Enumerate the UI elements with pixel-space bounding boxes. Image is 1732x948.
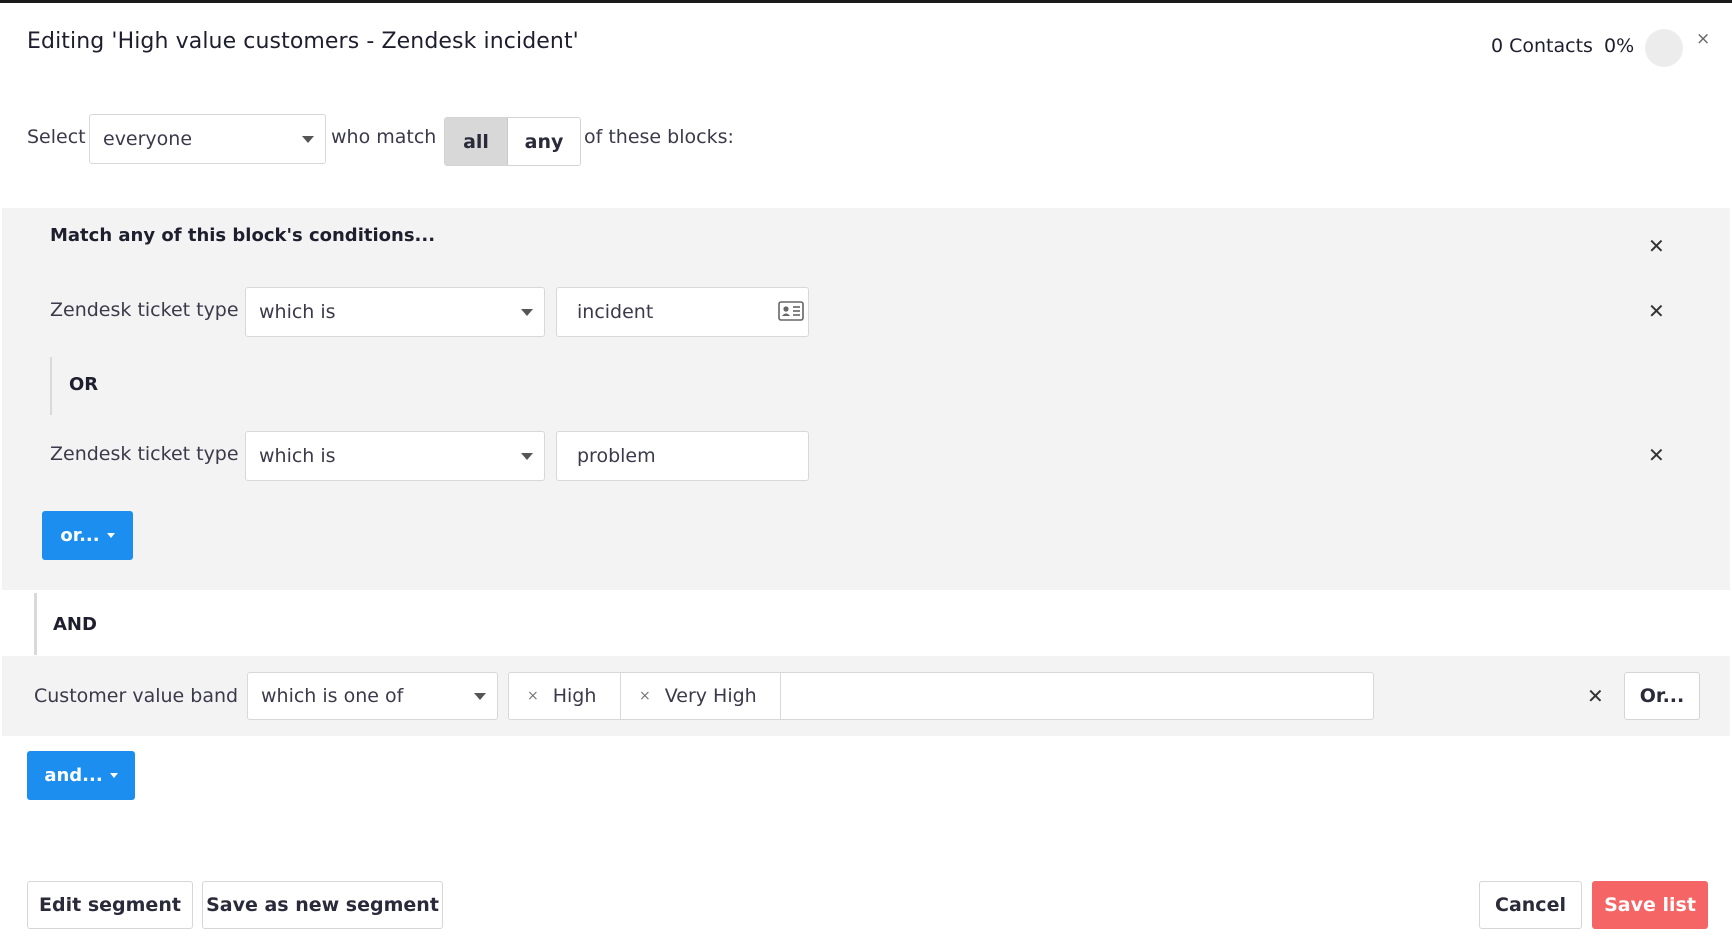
edit-list-dialog: Editing 'High value customers - Zendesk … xyxy=(0,3,1732,948)
save-new-segment-button[interactable]: Save as new segment xyxy=(202,881,443,929)
chevron-down-icon xyxy=(302,136,314,143)
and-connector-label: AND xyxy=(53,614,97,635)
contacts-count: 0 Contacts xyxy=(1491,35,1593,57)
remove-tag-icon[interactable]: × xyxy=(639,688,651,704)
condition-value-text: incident xyxy=(577,301,654,323)
condition-operator-select[interactable]: which is one of xyxy=(247,672,498,720)
or-block-button[interactable]: Or... xyxy=(1624,672,1700,720)
tag-label: Very High xyxy=(664,685,757,707)
add-and-block-label: and... xyxy=(44,765,103,786)
add-or-condition-label: or... xyxy=(60,525,100,546)
condition-value-input[interactable]: problem xyxy=(556,431,809,481)
chevron-down-icon xyxy=(474,693,486,700)
condition-operator-select[interactable]: which is xyxy=(245,431,545,481)
dialog-title: Editing 'High value customers - Zendesk … xyxy=(27,29,579,54)
edit-segment-button[interactable]: Edit segment xyxy=(27,881,193,929)
operator-value: which is xyxy=(259,301,336,323)
condition-operator-select[interactable]: which is xyxy=(245,287,545,337)
remove-tag-icon[interactable]: × xyxy=(527,688,539,704)
tag-high: × High xyxy=(509,673,621,719)
remove-condition-icon[interactable]: ✕ xyxy=(1648,299,1665,323)
match-any-button[interactable]: any xyxy=(508,118,580,165)
who-match-label: who match xyxy=(331,126,437,148)
blocks-suffix-label: of these blocks: xyxy=(584,126,734,148)
tag-label: High xyxy=(552,685,597,707)
or-divider xyxy=(50,357,52,415)
audience-select-value: everyone xyxy=(103,128,193,150)
operator-value: which is xyxy=(259,445,336,467)
chevron-down-icon xyxy=(521,453,533,460)
match-all-button[interactable]: all xyxy=(445,118,508,165)
caret-down-icon xyxy=(106,533,115,538)
tag-very-high: × Very High xyxy=(621,673,781,719)
and-divider xyxy=(34,593,37,655)
add-and-block-button[interactable]: and... xyxy=(27,751,135,800)
cancel-button[interactable]: Cancel xyxy=(1479,881,1582,929)
caret-down-icon xyxy=(109,773,118,778)
remove-block-icon[interactable]: ✕ xyxy=(1648,234,1665,258)
remove-condition-icon[interactable]: ✕ xyxy=(1587,684,1604,708)
or-connector-label: OR xyxy=(69,374,99,395)
progress-circle-icon xyxy=(1645,29,1683,67)
select-label: Select xyxy=(27,126,86,148)
chevron-down-icon xyxy=(521,309,533,316)
match-toggle: all any xyxy=(444,117,581,166)
block-heading: Match any of this block's conditions... xyxy=(50,225,436,246)
operator-value: which is one of xyxy=(261,685,404,707)
audience-select[interactable]: everyone xyxy=(89,114,326,164)
remove-condition-icon[interactable]: ✕ xyxy=(1648,443,1665,467)
save-list-button[interactable]: Save list xyxy=(1592,881,1708,929)
contacts-percent: 0% xyxy=(1604,35,1635,57)
condition-field-label: Customer value band xyxy=(34,685,239,707)
add-or-condition-button[interactable]: or... xyxy=(42,511,133,560)
condition-block-1 xyxy=(2,208,1730,590)
tag-multiselect[interactable]: × High × Very High xyxy=(508,672,1374,720)
condition-value-text: problem xyxy=(577,445,656,467)
condition-field-label: Zendesk ticket type xyxy=(50,299,239,321)
close-dialog-icon[interactable]: × xyxy=(1696,29,1710,49)
contact-card-icon[interactable] xyxy=(778,301,804,321)
condition-field-label: Zendesk ticket type xyxy=(50,443,239,465)
condition-value-input[interactable]: incident xyxy=(556,287,809,337)
